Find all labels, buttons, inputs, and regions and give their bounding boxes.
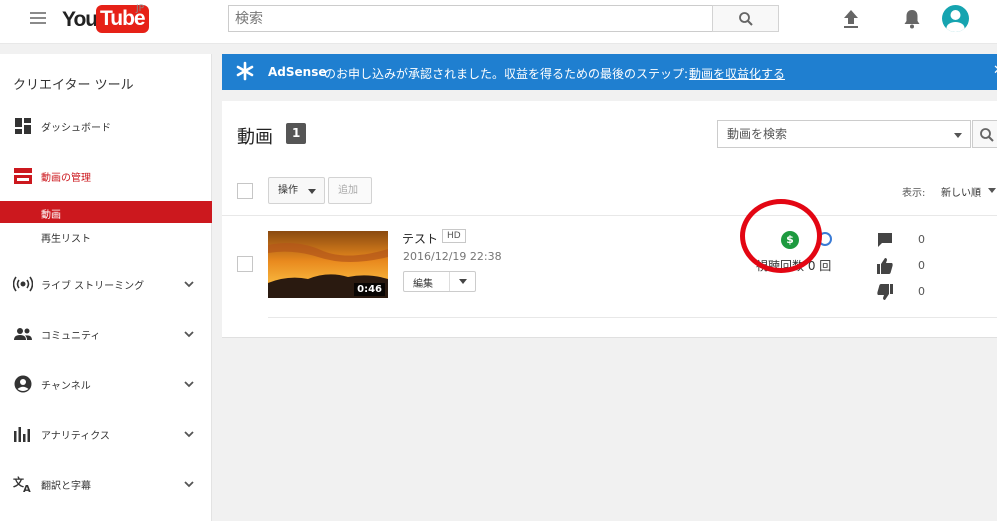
- sidebar-subitem-label: 再生リスト: [41, 234, 91, 245]
- add-button[interactable]: 追加: [328, 177, 372, 204]
- thumbs-down-icon: [877, 284, 893, 300]
- video-date: 2016/12/19 22:38: [403, 250, 502, 263]
- sidebar-subitem-label: 動画: [41, 210, 61, 221]
- sidebar-item-label: アナリティクス: [41, 431, 110, 442]
- bell-icon[interactable]: [902, 8, 922, 30]
- banner-message: のお申し込みが承認されました。収益を得るための最後のステップ:: [324, 67, 689, 81]
- comment-count: 0: [918, 233, 925, 246]
- edit-button[interactable]: 編集: [403, 271, 476, 292]
- logo-you-text: You: [62, 8, 98, 31]
- dashboard-icon: [15, 118, 31, 134]
- video-title[interactable]: テスト: [402, 230, 438, 247]
- sidebar-title: クリエイター ツール: [13, 78, 134, 93]
- live-streaming-icon: [13, 276, 33, 292]
- video-search-box: [717, 120, 971, 148]
- sidebar-item-label: ダッシュボード: [41, 123, 111, 134]
- sidebar-item-analytics[interactable]: アナリティクス: [0, 419, 212, 449]
- search-icon: [980, 128, 994, 142]
- sidebar-item-channel[interactable]: チャンネル: [0, 369, 212, 399]
- sidebar-subitem-playlists[interactable]: 再生リスト: [0, 225, 212, 247]
- select-all-checkbox[interactable]: [237, 183, 253, 199]
- sidebar-item-label: チャンネル: [41, 381, 91, 392]
- search-input[interactable]: [229, 6, 712, 31]
- sidebar-item-translations[interactable]: 文 A 翻訳と字幕: [0, 469, 212, 499]
- sidebar-item-live-streaming[interactable]: ライブ ストリーミング: [0, 269, 212, 299]
- add-label: 追加: [338, 185, 358, 196]
- top-header: You Tube JP: [0, 0, 997, 44]
- svg-text:A: A: [23, 484, 31, 493]
- creator-sidebar: クリエイター ツール ダッシュボード 動画の管理 動画 再生リスト ライブ スト…: [0, 54, 212, 521]
- video-thumbnail[interactable]: 0:46: [268, 231, 388, 298]
- chevron-down-icon[interactable]: [183, 429, 195, 439]
- sidebar-subitem-videos[interactable]: 動画: [0, 201, 212, 223]
- star-icon: [236, 61, 254, 81]
- video-search-input[interactable]: [718, 121, 928, 147]
- actions-label: 操作: [278, 185, 298, 196]
- like-count: 0: [918, 259, 925, 272]
- page-title: 動画: [237, 127, 273, 148]
- dislike-count: 0: [918, 285, 925, 298]
- community-icon: [14, 328, 32, 340]
- sort-label: 表示:: [902, 188, 926, 199]
- chevron-down-icon[interactable]: [183, 379, 195, 389]
- menu-icon[interactable]: [30, 12, 46, 28]
- translate-icon: 文 A: [13, 475, 31, 493]
- video-count-badge: 1: [286, 123, 307, 144]
- analytics-icon: [14, 427, 30, 442]
- upload-icon[interactable]: [841, 8, 861, 30]
- edit-separator: [449, 272, 450, 291]
- chevron-down-icon[interactable]: [183, 329, 195, 339]
- actions-button[interactable]: 操作: [268, 177, 325, 204]
- hd-badge: HD: [442, 229, 466, 243]
- channel-icon: [14, 375, 32, 393]
- chevron-down-icon: [308, 189, 316, 194]
- search-icon: [739, 12, 753, 26]
- sidebar-item-label: ライブ ストリーミング: [41, 281, 145, 292]
- monetize-link[interactable]: 動画を収益化する: [689, 65, 785, 82]
- banner-brand: AdSense: [268, 65, 327, 79]
- logo-region: JP: [136, 4, 145, 14]
- video-row-checkbox[interactable]: [237, 256, 253, 272]
- highlight-circle: [740, 199, 822, 273]
- chevron-down-icon[interactable]: [183, 479, 195, 489]
- sidebar-item-video-manager[interactable]: 動画の管理: [0, 161, 212, 191]
- sort-chevron-icon[interactable]: [988, 188, 996, 193]
- header-divider: [222, 215, 997, 216]
- video-manager-icon: [14, 168, 32, 184]
- sidebar-item-label: 翻訳と字幕: [41, 481, 91, 492]
- close-icon[interactable]: ✕: [993, 63, 997, 78]
- edit-dropdown-icon[interactable]: [459, 279, 467, 284]
- user-icon: [946, 10, 965, 32]
- video-search-button[interactable]: [972, 120, 997, 148]
- avatar[interactable]: [942, 5, 969, 32]
- chevron-down-icon[interactable]: [183, 279, 195, 289]
- sidebar-item-dashboard[interactable]: ダッシュボード: [0, 111, 212, 141]
- sidebar-item-community[interactable]: コミュニティ: [0, 319, 212, 349]
- video-duration: 0:46: [354, 283, 385, 296]
- search-button[interactable]: [712, 5, 779, 32]
- adsense-banner: AdSense のお申し込みが承認されました。収益を得るための最後のステップ: …: [222, 54, 997, 90]
- sidebar-item-label: 動画の管理: [41, 173, 91, 184]
- thumbs-up-icon: [877, 258, 893, 274]
- sidebar-item-label: コミュニティ: [41, 331, 101, 342]
- comment-icon: [878, 233, 892, 247]
- search-box: [228, 5, 713, 32]
- sort-dropdown[interactable]: 新しい順: [941, 184, 981, 199]
- edit-label: 編集: [413, 279, 433, 290]
- row-divider: [268, 317, 997, 318]
- search-dropdown-icon[interactable]: [954, 133, 962, 138]
- video-manager-panel: 動画 1 操作 追加 表示: 新しい順: [222, 101, 997, 338]
